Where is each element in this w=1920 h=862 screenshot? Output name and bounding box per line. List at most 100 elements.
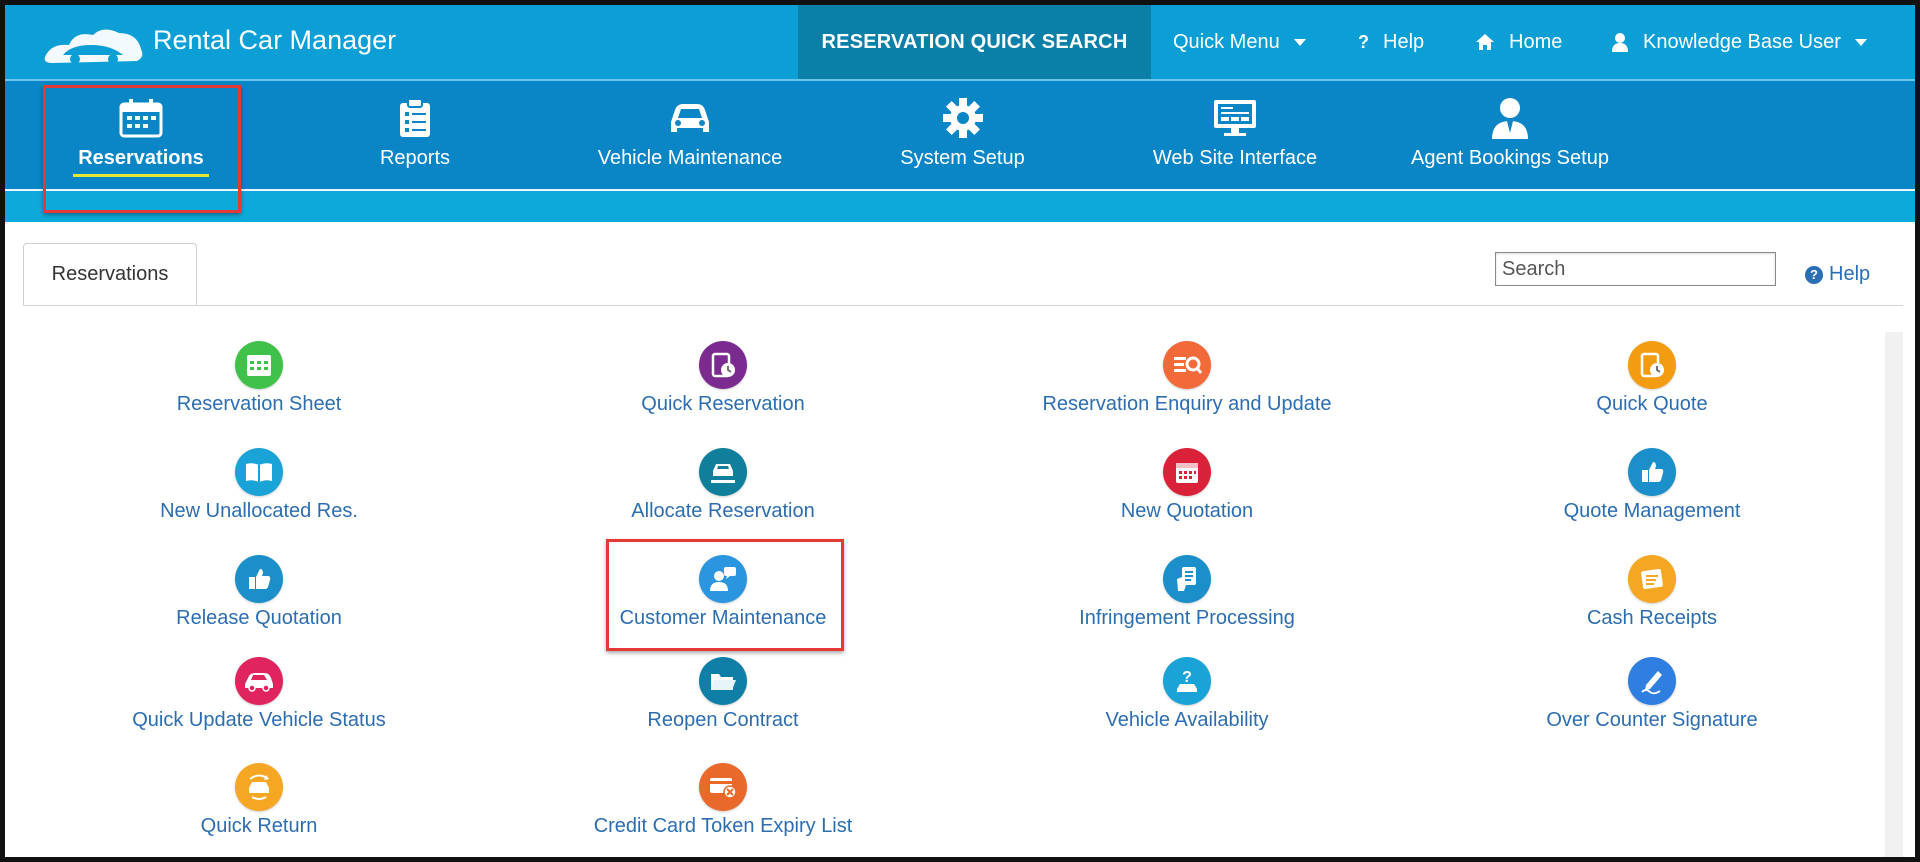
nav-reservations[interactable]: Reservations <box>72 81 210 191</box>
tile-label: Allocate Reservation <box>631 500 815 522</box>
help-link-top[interactable]: ? Help <box>1358 5 1424 79</box>
tile-label: Reopen Contract <box>647 709 799 731</box>
reopen-contract-tile[interactable]: Reopen Contract <box>513 657 933 732</box>
agent-icon <box>1485 97 1535 139</box>
new-quotation-tile[interactable]: New Quotation <box>977 448 1397 523</box>
car-return-icon <box>235 763 283 811</box>
cash-receipts-tile[interactable]: Cash Receipts <box>1442 555 1862 630</box>
tile-label: Quote Management <box>1563 500 1741 522</box>
tile-label: Quick Quote <box>1596 393 1708 415</box>
nav-label: Vehicle Maintenance <box>597 147 783 169</box>
home-link[interactable]: Home <box>1475 5 1562 79</box>
tile-label: New Quotation <box>1120 500 1254 522</box>
app-title: Rental Car Manager <box>153 25 397 55</box>
nav-label: Web Site Interface <box>1152 147 1318 169</box>
nav-web-site-interface[interactable]: Web Site Interface <box>1145 81 1325 191</box>
tile-label: New Unallocated Res. <box>160 500 358 522</box>
app-window: Rental Car Manager RESERVATION QUICK SEA… <box>0 0 1920 862</box>
receipt-icon <box>1628 555 1676 603</box>
user-icon <box>1611 32 1629 52</box>
nav-system-setup[interactable]: System Setup <box>885 81 1040 191</box>
home-label: Home <box>1509 30 1563 53</box>
vehicle-availability-tile[interactable]: ? Vehicle Availability <box>977 657 1397 732</box>
tab-reservations[interactable]: Reservations <box>23 243 197 305</box>
tile-label: Quick Return <box>200 815 318 837</box>
reservation-sheet-tile[interactable]: Reservation Sheet <box>49 341 469 416</box>
tile-label: Infringement Processing <box>1079 607 1295 629</box>
car-icon <box>665 97 715 139</box>
active-underline <box>73 174 209 177</box>
tile-label: Release Quotation <box>176 607 342 629</box>
question-mark-icon: ? <box>1358 31 1369 52</box>
help-circle-icon: ? <box>1805 265 1823 284</box>
calendar-icon <box>116 97 166 139</box>
help-label: Help <box>1829 263 1871 285</box>
quote-management-tile[interactable]: Quote Management <box>1442 448 1862 523</box>
nav-strip <box>5 191 1915 222</box>
clipboard-list-icon <box>390 97 440 139</box>
release-quotation-tile[interactable]: Release Quotation <box>49 555 469 630</box>
quick-menu-label: Quick Menu <box>1173 30 1280 53</box>
caret-down-icon <box>1293 38 1306 46</box>
infringement-processing-tile[interactable]: Infringement Processing <box>977 555 1397 630</box>
tile-label: Reservation Enquiry and Update <box>1042 393 1332 415</box>
list-search-icon <box>1163 341 1211 389</box>
help-link[interactable]: ? Help <box>1805 263 1870 286</box>
user-menu-dropdown[interactable]: Knowledge Base User <box>1611 5 1867 79</box>
scrollbar[interactable] <box>1885 332 1903 857</box>
tab-divider <box>23 305 1903 306</box>
top-bar: Rental Car Manager RESERVATION QUICK SEA… <box>5 5 1915 79</box>
tile-label: Reservation Sheet <box>176 393 342 415</box>
thumbs-up-icon <box>1628 448 1676 496</box>
tile-label: Customer Maintenance <box>619 607 827 629</box>
credit-card-token-expiry-list-tile[interactable]: Credit Card Token Expiry List <box>513 763 933 838</box>
open-folder-icon <box>699 657 747 705</box>
caret-down-icon <box>1854 38 1867 46</box>
quick-reservation-tile[interactable]: Quick Reservation <box>513 341 933 416</box>
reservation-quick-search-button[interactable]: RESERVATION QUICK SEARCH <box>798 5 1151 79</box>
calendar-grid-icon <box>235 341 283 389</box>
nav-label: System Setup <box>900 147 1025 169</box>
over-counter-signature-tile[interactable]: Over Counter Signature <box>1442 657 1862 732</box>
home-icon <box>1475 33 1495 51</box>
customer-maintenance-tile[interactable]: Customer Maintenance <box>513 555 933 630</box>
svg-text:?: ? <box>1182 669 1192 686</box>
gear-icon <box>938 97 988 139</box>
help-label: Help <box>1383 30 1425 53</box>
nav-agent-bookings-setup[interactable]: Agent Bookings Setup <box>1405 81 1615 191</box>
clipboard-clock-icon <box>1628 341 1676 389</box>
tile-label: Over Counter Signature <box>1546 709 1758 731</box>
cloud-car-logo-icon[interactable] <box>41 23 147 69</box>
calendar-icon <box>1163 448 1211 496</box>
pen-sign-icon <box>1628 657 1676 705</box>
nav-vehicle-maintenance[interactable]: Vehicle Maintenance <box>585 81 795 191</box>
thumbs-up-icon <box>235 555 283 603</box>
nav-label: Agent Bookings Setup <box>1411 147 1609 169</box>
car-hand-icon <box>699 448 747 496</box>
nav-label: Reports <box>379 147 451 169</box>
nav-reports[interactable]: Reports <box>355 81 475 191</box>
tile-label: Cash Receipts <box>1586 607 1718 629</box>
quick-update-vehicle-status-tile[interactable]: Quick Update Vehicle Status <box>49 657 469 732</box>
open-book-icon <box>235 448 283 496</box>
search-input[interactable] <box>1495 252 1776 286</box>
allocate-reservation-tile[interactable]: Allocate Reservation <box>513 448 933 523</box>
customer-chat-icon <box>699 555 747 603</box>
tile-label: Quick Reservation <box>641 393 805 415</box>
reservation-enquiry-and-update-tile[interactable]: Reservation Enquiry and Update <box>977 341 1397 416</box>
hand-document-icon <box>1163 555 1211 603</box>
nav-label: Reservations <box>78 147 204 169</box>
question-car-icon: ? <box>1163 657 1211 705</box>
user-label: Knowledge Base User <box>1643 30 1841 53</box>
new-unallocated-res-tile[interactable]: New Unallocated Res. <box>49 448 469 523</box>
car-icon <box>235 657 283 705</box>
credit-card-x-icon <box>699 763 747 811</box>
quick-menu-dropdown[interactable]: Quick Menu <box>1173 5 1306 79</box>
tile-label: Quick Update Vehicle Status <box>132 709 386 731</box>
monitor-icon <box>1210 97 1260 139</box>
quick-quote-tile[interactable]: Quick Quote <box>1442 341 1862 416</box>
tile-label: Vehicle Availability <box>1105 709 1269 731</box>
quick-return-tile[interactable]: Quick Return <box>49 763 469 838</box>
tile-label: Credit Card Token Expiry List <box>593 815 853 837</box>
clipboard-clock-icon <box>699 341 747 389</box>
